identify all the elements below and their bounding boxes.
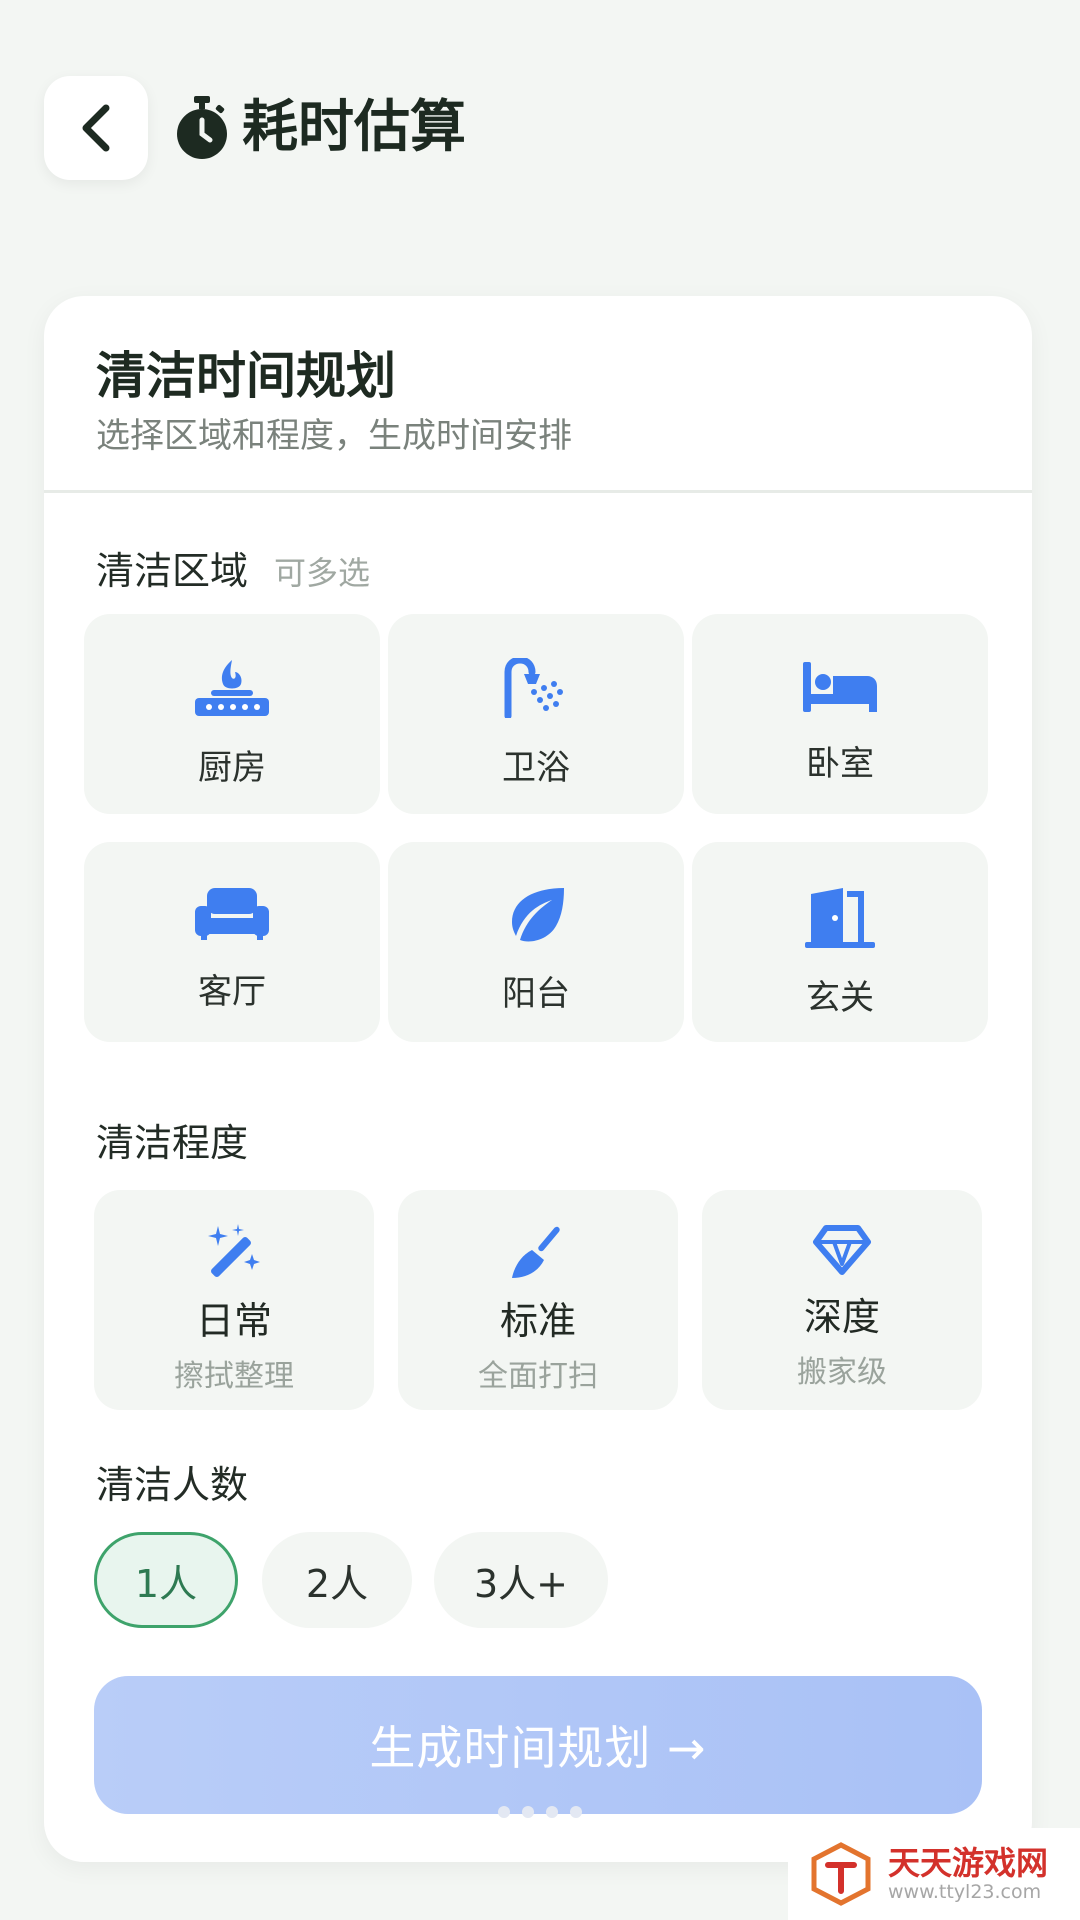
stopwatch-icon xyxy=(177,96,227,159)
people-option-3-plus[interactable]: 3人+ xyxy=(434,1532,608,1628)
levels-label: 清洁程度 xyxy=(96,1121,249,1165)
bed-icon xyxy=(803,662,877,712)
generate-plan-button[interactable]: 生成时间规划 → xyxy=(94,1676,982,1814)
area-label: 阳台 xyxy=(502,974,570,1014)
card-title: 清洁时间规划 xyxy=(96,347,396,405)
page-dot xyxy=(546,1806,558,1818)
sofa-icon xyxy=(195,888,269,940)
level-desc: 擦拭整理 xyxy=(174,1359,294,1394)
page-dot xyxy=(522,1806,534,1818)
people-option-2[interactable]: 2人 xyxy=(262,1532,412,1628)
level-card-standard[interactable]: 标准 全面打扫 xyxy=(398,1190,678,1410)
area-tile-entrance[interactable]: 玄关 xyxy=(692,842,988,1042)
watermark-url: www.ttyl23.com xyxy=(888,1881,1042,1903)
level-desc: 全面打扫 xyxy=(478,1359,598,1394)
area-tile-bathroom[interactable]: 卫浴 xyxy=(388,614,684,814)
people-option-1[interactable]: 1人 xyxy=(94,1532,238,1628)
planner-card: 清洁时间规划 选择区域和程度，生成时间安排 清洁区域 可多选 厨房 卫浴 卧室 … xyxy=(44,296,1032,1862)
level-name: 日常 xyxy=(195,1299,272,1343)
level-name: 深度 xyxy=(803,1295,880,1339)
areas-hint: 可多选 xyxy=(274,554,371,592)
area-label: 客厅 xyxy=(198,972,266,1012)
watermark-logo-icon xyxy=(811,1842,871,1906)
diamond-icon xyxy=(813,1225,871,1275)
page-indicator xyxy=(498,1806,582,1818)
areas-section-header: 清洁区域 可多选 xyxy=(96,540,370,595)
area-label: 厨房 xyxy=(198,748,266,788)
level-card-deep[interactable]: 深度 搬家级 xyxy=(702,1190,982,1410)
level-card-daily[interactable]: 日常 擦拭整理 xyxy=(94,1190,374,1410)
area-label: 卧室 xyxy=(806,744,874,784)
door-icon xyxy=(805,888,875,948)
chevron-left-icon xyxy=(82,104,110,152)
card-subtitle: 选择区域和程度，生成时间安排 xyxy=(96,416,572,456)
page-dot xyxy=(498,1806,510,1818)
watermark-title: 天天游戏网 xyxy=(888,1844,1049,1882)
areas-label: 清洁区域 xyxy=(96,549,249,593)
area-tile-kitchen[interactable]: 厨房 xyxy=(84,614,380,814)
generate-plan-label: 生成时间规划 → xyxy=(369,1721,707,1775)
stove-icon xyxy=(195,660,269,716)
shower-icon xyxy=(504,658,563,718)
page-title: 耗时估算 xyxy=(242,95,466,160)
watermark: 天天游戏网 www.ttyl23.com xyxy=(788,1828,1080,1920)
area-label: 卫浴 xyxy=(502,748,570,788)
level-name: 标准 xyxy=(499,1299,576,1343)
people-label: 清洁人数 xyxy=(96,1463,249,1507)
area-label: 玄关 xyxy=(806,978,874,1018)
area-tile-balcony[interactable]: 阳台 xyxy=(388,842,684,1042)
back-button[interactable] xyxy=(44,76,148,180)
magic-wand-icon xyxy=(208,1224,260,1277)
page-dot xyxy=(570,1806,582,1818)
divider xyxy=(44,490,1032,493)
area-tile-bedroom[interactable]: 卧室 xyxy=(692,614,988,814)
level-desc: 搬家级 xyxy=(797,1355,887,1390)
area-tile-living-room[interactable]: 客厅 xyxy=(84,842,380,1042)
broom-icon xyxy=(512,1226,560,1278)
leaf-icon xyxy=(512,888,564,942)
